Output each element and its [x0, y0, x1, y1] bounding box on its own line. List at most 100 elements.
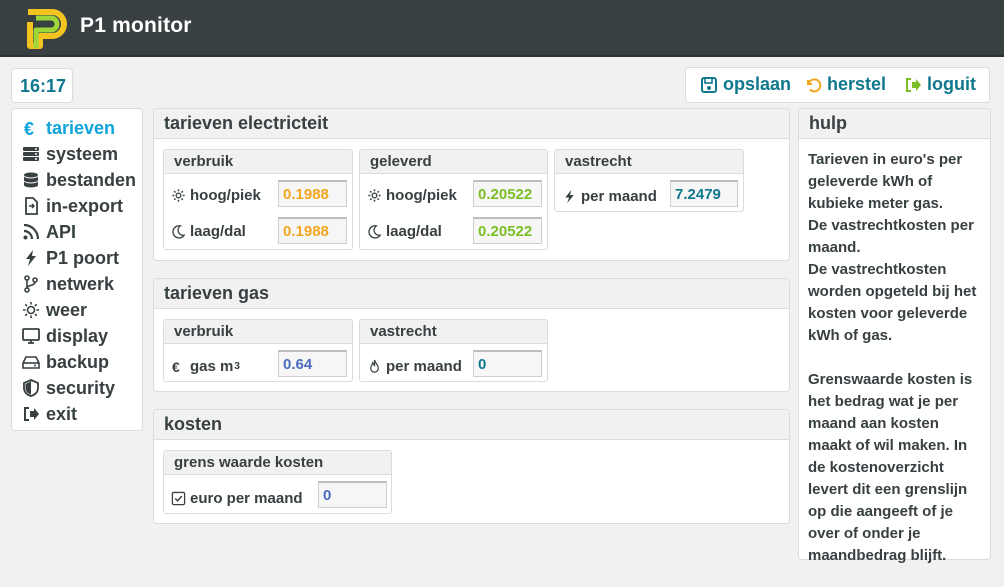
tariff-label: gas m [190, 358, 234, 375]
logout-icon [906, 77, 921, 92]
menu-label: tarieven [46, 117, 116, 138]
save-label: opslaan [723, 74, 792, 94]
costs-section: kosten grens waarde kosten euro per maan… [153, 409, 790, 524]
gas-fixed-fee-input[interactable] [473, 350, 542, 377]
file-export-icon [25, 197, 38, 215]
fixed-fee-input[interactable] [670, 180, 738, 207]
tariff-row: hoog/piek [164, 182, 261, 209]
menu-item-tarieven[interactable]: € tarieven [12, 115, 142, 141]
tariff-row: hoog/piek [360, 182, 457, 209]
card-title: vastrecht [360, 320, 547, 344]
tariff-row: € gas m3 [164, 353, 240, 380]
help-text: Tarieven in euro's per geleverde kWh of … [808, 151, 977, 564]
tariff-row: laag/dal [164, 218, 246, 245]
delivered-low-input[interactable] [473, 217, 542, 244]
menu-label: systeem [46, 143, 119, 164]
fixed-fee-card: vastrecht per maand [554, 149, 744, 212]
delivered-high-input[interactable] [473, 180, 542, 207]
card-title: verbruik [164, 150, 352, 174]
menu-item-bestanden[interactable]: bestanden [12, 167, 142, 193]
help-panel: hulp Tarieven in euro's per geleverde kW… [798, 108, 991, 564]
cost-limit-input[interactable] [318, 481, 387, 508]
monitor-icon [22, 328, 40, 344]
gear-icon [367, 189, 381, 202]
bolt-icon [26, 250, 36, 266]
save-button[interactable]: opslaan [700, 74, 791, 95]
p1-logo-icon [27, 9, 67, 49]
menu-item-weer[interactable]: weer [12, 297, 142, 323]
weather-icon [23, 302, 39, 318]
svg-text:€: € [24, 119, 34, 137]
gas-consumption-card: verbruik € gas m3 [163, 319, 353, 382]
tariff-row: per maand [555, 183, 657, 210]
menu-item-systeem[interactable]: systeem [12, 141, 142, 167]
logout-button[interactable]: loguit [904, 74, 976, 95]
database-icon [24, 172, 38, 188]
menu-item-in-export[interactable]: in-export [12, 193, 142, 219]
delivered-card: geleverd hoog/piek laag/dal [359, 149, 548, 250]
electricity-section: tarieven electricteit verbruik hoog/piek… [153, 108, 790, 261]
menu-label: backup [46, 351, 110, 372]
menu-item-netwerk[interactable]: netwerk [12, 271, 142, 297]
menu-label: weer [46, 299, 88, 320]
bolt-icon [564, 189, 574, 204]
menu-item-display[interactable]: display [12, 323, 142, 349]
save-icon [701, 76, 717, 93]
moon-icon [171, 225, 186, 239]
euro-icon: € [171, 359, 179, 374]
top-bar: P1 monitor [0, 0, 1004, 57]
shield-icon [23, 379, 39, 397]
clock: 16:17 [11, 68, 73, 103]
tariff-row: laag/dal [360, 218, 442, 245]
euro-icon: € [24, 119, 34, 137]
tariff-label: hoog/piek [386, 187, 457, 204]
menu-item-security[interactable]: security [12, 375, 142, 401]
undo-icon [807, 77, 822, 92]
reset-button[interactable]: herstel [804, 74, 886, 95]
tariff-label: per maand [386, 358, 462, 375]
moon-icon [367, 225, 382, 239]
section-title: tarieven gas [154, 279, 789, 309]
reset-label: herstel [827, 74, 887, 94]
consumption-low-input[interactable] [278, 217, 347, 244]
exit-icon [24, 407, 39, 421]
menu-label: API [46, 221, 77, 242]
menu-label: P1 poort [46, 247, 120, 268]
menu-label: bestanden [46, 169, 137, 190]
menu-label: netwerk [46, 273, 115, 294]
network-icon [24, 275, 38, 293]
drive-icon [22, 356, 40, 369]
gear-icon [171, 189, 185, 202]
menu-item-backup[interactable]: backup [12, 349, 142, 375]
action-bar: opslaan herstel loguit [685, 67, 990, 103]
tariff-row: per maand [360, 353, 462, 380]
menu-label: display [46, 325, 109, 346]
section-title: tarieven electricteit [154, 109, 789, 139]
menu-label: in-export [46, 195, 124, 216]
card-title: vastrecht [555, 150, 743, 174]
sidebar-menu: € tarieven systeem bestanden in-export A… [11, 108, 143, 431]
help-title: hulp [799, 109, 990, 139]
gas-price-input[interactable] [278, 350, 347, 377]
card-title: grens waarde kosten [164, 451, 391, 475]
tariff-label: laag/dal [190, 223, 246, 240]
menu-item-exit[interactable]: exit [12, 401, 142, 427]
app-title: P1 monitor [80, 14, 192, 37]
logout-label: loguit [927, 74, 976, 94]
menu-item-api[interactable]: API [12, 219, 142, 245]
tariff-label: euro per maand [190, 490, 303, 507]
gas-section: tarieven gas verbruik € gas m3 vastrecht… [153, 278, 790, 392]
server-icon [23, 147, 39, 161]
unit-superscript: 3 [234, 361, 240, 372]
checkbox-icon [171, 491, 185, 506]
card-title: verbruik [164, 320, 352, 344]
tariff-row: euro per maand [164, 485, 303, 512]
cost-limit-card: grens waarde kosten euro per maand [163, 450, 392, 514]
tariff-label: hoog/piek [190, 187, 261, 204]
consumption-high-input[interactable] [278, 180, 347, 207]
tariff-label: per maand [581, 188, 657, 205]
menu-label: exit [46, 403, 78, 424]
consumption-card: verbruik hoog/piek laag/dal [163, 149, 353, 250]
section-title: kosten [154, 410, 789, 440]
menu-item-p1-poort[interactable]: P1 poort [12, 245, 142, 271]
